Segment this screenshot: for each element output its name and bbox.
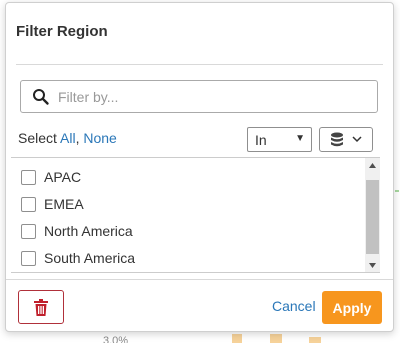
caret-down-icon: ▼ xyxy=(295,133,305,144)
list-item-label: North America xyxy=(44,223,133,239)
scroll-up-arrow-icon[interactable] xyxy=(365,158,380,172)
region-list: APAC EMEA North America South America xyxy=(11,157,380,273)
checkbox[interactable] xyxy=(21,169,36,185)
search-icon xyxy=(33,88,49,105)
select-all-none: Select All, None xyxy=(18,130,117,146)
search-input[interactable] xyxy=(58,88,358,105)
database-icon xyxy=(331,132,343,146)
scrollbar-thumb[interactable] xyxy=(366,180,379,254)
footer-divider xyxy=(6,279,393,280)
select-all-link[interactable]: All xyxy=(60,130,76,146)
select-none-link[interactable]: None xyxy=(83,130,116,146)
background-chart-bar xyxy=(309,337,321,343)
checkbox[interactable] xyxy=(21,223,36,239)
search-box[interactable] xyxy=(20,80,378,113)
checkbox[interactable] xyxy=(21,250,36,266)
select-prefix: Select xyxy=(18,130,61,146)
operator-selected-value: In xyxy=(255,131,267,148)
checkbox[interactable] xyxy=(21,196,36,212)
apply-button[interactable]: Apply xyxy=(322,291,382,324)
dialog-title: Filter Region xyxy=(16,23,108,40)
header-divider xyxy=(16,64,383,65)
data-source-button[interactable] xyxy=(319,127,373,152)
trash-icon xyxy=(34,298,48,316)
chevron-down-icon xyxy=(352,136,362,143)
list-scrollbar[interactable] xyxy=(365,158,380,272)
list-item[interactable]: EMEA xyxy=(21,194,84,214)
background-chart-bar xyxy=(232,334,242,343)
list-item-label: APAC xyxy=(44,169,82,185)
list-item[interactable]: North America xyxy=(21,221,133,241)
background-axis-label: 3.0% xyxy=(103,335,129,343)
scroll-down-arrow-icon[interactable] xyxy=(365,258,380,272)
list-item-label: South America xyxy=(44,250,136,266)
list-item-label: EMEA xyxy=(44,196,84,212)
filter-region-dialog: Filter Region Select All, None In ▼ APAC xyxy=(5,2,394,332)
background-chart-line xyxy=(395,190,399,192)
cancel-button[interactable]: Cancel xyxy=(272,298,316,314)
operator-select[interactable]: In ▼ xyxy=(247,127,312,152)
list-item[interactable]: South America xyxy=(21,248,135,268)
background-chart-bar xyxy=(270,334,282,343)
delete-button[interactable] xyxy=(18,290,64,324)
list-item[interactable]: APAC xyxy=(21,167,81,187)
